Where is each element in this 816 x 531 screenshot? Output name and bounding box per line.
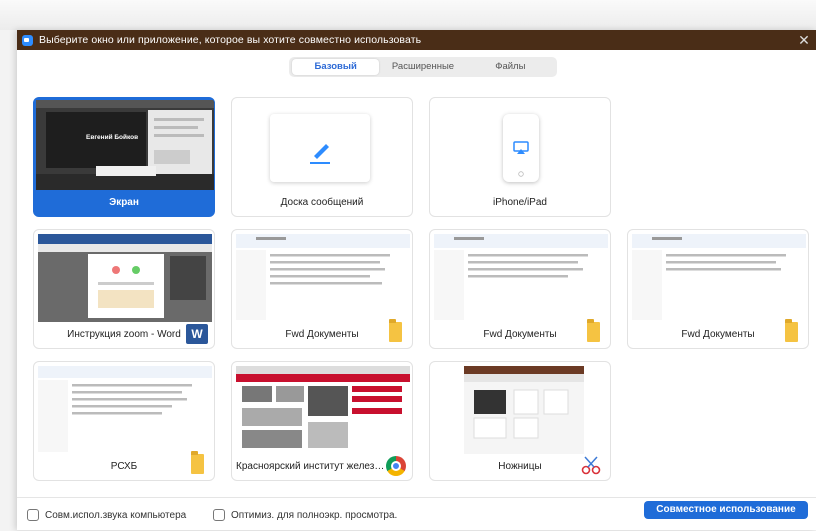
share-button[interactable]: Совместное использование: [644, 501, 808, 519]
close-icon[interactable]: ✕: [796, 30, 812, 50]
whiteboard-tile: [270, 114, 370, 182]
tab-advanced[interactable]: Расширенные: [379, 59, 466, 75]
screen-thumbnail: Евгений Бойков: [36, 100, 214, 190]
word-app-icon: W: [186, 324, 208, 344]
optimize-label: Оптимиз. для полноэкр. просмотра.: [231, 509, 398, 521]
share-card-pcxb[interactable]: РСХБ: [33, 361, 215, 481]
zoom-app-icon: [22, 34, 33, 46]
iphone-tile: [503, 114, 539, 182]
snipping-preview-image: [434, 366, 608, 454]
checkbox-box[interactable]: [27, 509, 39, 521]
card-label: Fwd Документы: [681, 329, 755, 340]
share-card-whiteboard[interactable]: Доска сообщений: [231, 97, 413, 217]
share-card-word[interactable]: Инструкция zoom - Word W: [33, 229, 215, 349]
chrome-icon: [386, 456, 406, 476]
card-label: Доска сообщений: [280, 197, 364, 208]
word-preview-image: [38, 234, 212, 322]
share-card-screen[interactable]: Евгений Бойков Экран: [33, 97, 215, 217]
explorer-preview-image: [236, 234, 410, 322]
screen-preview-image: [36, 100, 214, 190]
tab-basic[interactable]: Базовый: [292, 59, 380, 75]
tab-files[interactable]: Файлы: [467, 59, 554, 75]
share-card-iphone[interactable]: iPhone/iPad: [429, 97, 611, 217]
snipping-tool-thumbnail: [434, 366, 608, 454]
share-card-chrome[interactable]: Красноярский институт железн...: [231, 361, 413, 481]
share-card-scissors[interactable]: Ножницы: [429, 361, 611, 481]
card-label: РСХБ: [110, 461, 138, 472]
card-label: Fwd Документы: [285, 329, 359, 340]
share-screen-dialog: Выберите окно или приложение, которое вы…: [17, 30, 816, 530]
file-explorer-icon: [191, 451, 204, 474]
scissors-icon: [580, 454, 602, 476]
checkbox-box[interactable]: [213, 509, 225, 521]
card-label: Красноярский институт железн...: [236, 461, 389, 472]
file-explorer-icon: [587, 319, 600, 342]
card-label: Экран: [109, 197, 139, 208]
window-title: Выберите окно или приложение, которое вы…: [39, 34, 422, 46]
explorer-preview-image: [38, 366, 212, 454]
chrome-window-thumbnail: [236, 366, 410, 454]
chrome-preview-image: [236, 366, 410, 454]
share-card-fwd-documents-3[interactable]: Fwd Документы: [627, 229, 809, 349]
share-sound-checkbox[interactable]: Совм.испол.звука компьютера: [27, 509, 186, 521]
background-top: [0, 0, 816, 30]
optimize-fullscreen-checkbox[interactable]: Оптимиз. для полноэкр. просмотра.: [213, 509, 397, 521]
word-window-thumbnail: [38, 234, 212, 322]
pen-icon: [310, 144, 330, 164]
card-label: iPhone/iPad: [493, 197, 547, 208]
explorer-preview-image: [434, 234, 608, 322]
explorer-window-thumbnail: [38, 366, 212, 454]
share-card-fwd-documents-1[interactable]: Fwd Документы: [231, 229, 413, 349]
card-label: Fwd Документы: [483, 329, 557, 340]
share-sound-label: Совм.испол.звука компьютера: [45, 509, 187, 521]
explorer-window-thumbnail: [236, 234, 410, 322]
tab-bar: Базовый Расширенные Файлы: [289, 57, 557, 77]
bottom-bar: Совм.испол.звука компьютера Оптимиз. для…: [17, 497, 816, 531]
explorer-preview-image: [632, 234, 806, 322]
share-card-fwd-documents-2[interactable]: Fwd Документы: [429, 229, 611, 349]
title-bar: Выберите окно или приложение, которое вы…: [17, 30, 816, 50]
share-options-grid: Евгений Бойков Экран Доска сообщений iPh…: [17, 88, 816, 488]
explorer-window-thumbnail: [632, 234, 806, 322]
explorer-window-thumbnail: [434, 234, 608, 322]
file-explorer-icon: [785, 319, 798, 342]
file-explorer-icon: [389, 319, 402, 342]
participant-name: Евгений Бойков: [86, 134, 139, 141]
airplay-icon: [513, 141, 529, 177]
